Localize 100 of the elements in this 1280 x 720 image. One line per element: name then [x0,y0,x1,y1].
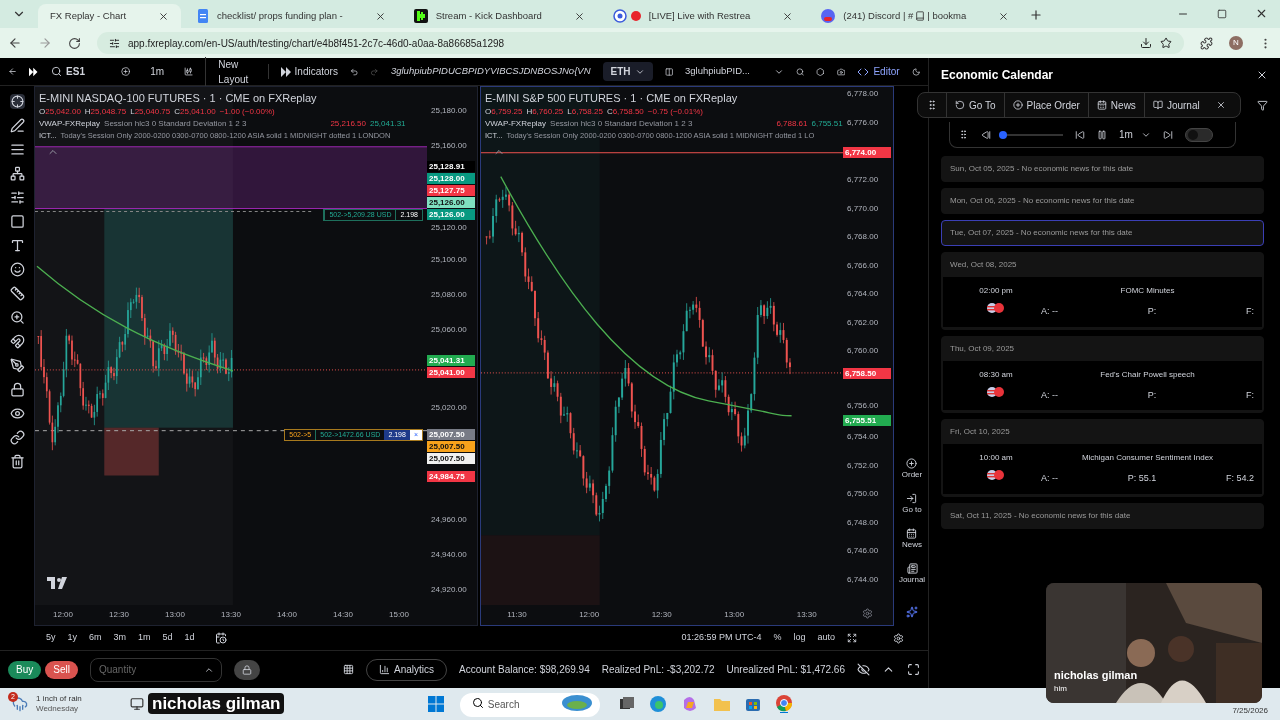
day-card[interactable]: Mon, Oct 06, 2025 - No economic news for this date [941,188,1264,214]
task-view-icon[interactable] [619,697,634,711]
expand-icon[interactable] [847,633,857,643]
range-button[interactable]: 1m [138,631,151,645]
range-button[interactable]: 1d [184,631,195,645]
hexagon-icon[interactable] [816,65,825,78]
chrome-icon[interactable] [775,695,792,713]
smile-icon[interactable] [9,262,25,277]
moon-icon[interactable] [911,65,921,78]
pen-line-icon[interactable] [9,118,25,133]
side-tool-button[interactable]: Journal [898,563,926,586]
reload-icon[interactable] [68,36,81,50]
lock-icon[interactable] [9,382,25,397]
close-icon[interactable] [573,10,585,22]
drag-handle-icon[interactable] [926,99,938,111]
link-icon[interactable] [9,430,25,445]
add-symbol-icon[interactable] [121,65,131,78]
side-tool-button[interactable]: Order [901,458,923,481]
quantity-field[interactable]: Quantity [89,657,222,682]
grid-icon[interactable] [343,664,355,675]
filter-icon[interactable] [1257,99,1268,111]
browser-tab[interactable]: (241) Discord | # | bookma [809,4,1022,28]
scale-option[interactable]: auto [817,631,835,645]
day-card[interactable]: Wed, Oct 08, 2025 02:00 pm FOMC Minutes A: -- P: F: [941,252,1264,330]
back-icon[interactable] [8,65,18,78]
address-bar[interactable]: app.fxreplay.com/en-US/auth/testing/chart/e4b8f451-2c7c-46d0-a0aa-8a86685a1298 [97,32,1184,54]
editor-button[interactable]: Editor [857,64,900,79]
site-info-icon[interactable] [109,37,120,49]
close-window-icon[interactable] [1255,7,1268,20]
new-tab-icon[interactable] [1029,8,1044,22]
range-button[interactable]: 5y [46,631,56,645]
ruler-icon[interactable] [9,286,25,301]
square-icon[interactable] [9,214,25,229]
edge-icon[interactable] [649,696,666,712]
profile-avatar[interactable]: N [1229,36,1243,50]
day-card[interactable]: Sat, Oct 11, 2025 - No economic news for this date [941,502,1264,529]
search-chart-icon[interactable] [795,65,805,78]
symbol-label[interactable]: ES1 [66,64,85,79]
side-tool-button[interactable]: News [902,528,922,551]
action-button[interactable]: Place Order [1003,93,1088,117]
day-card[interactable]: Fri, Oct 10, 2025 10:00 am Michigan Consumer Sentiment Index A: -- P: 55.1 F: 54.2 [941,419,1264,497]
browser-tab[interactable]: checklist/ props funding plan - [185,4,398,28]
scale-option[interactable]: % [773,631,782,645]
skip-forward-icon[interactable] [1162,129,1173,140]
weather-icon[interactable] [12,696,28,712]
sell-button[interactable]: Sell [45,660,78,679]
day-card[interactable]: Sun, Oct 05, 2025 - No economic news for this date [941,156,1264,182]
browser-tab[interactable]: [LIVE] Live with Restrea [600,4,806,28]
close-icon[interactable] [782,10,794,22]
network-icon[interactable] [9,166,25,181]
toggle-switch[interactable] [1184,127,1213,142]
bookmark-icon[interactable] [1160,37,1172,49]
close-icon[interactable] [374,10,386,22]
eye-icon[interactable] [9,406,25,421]
back-icon[interactable] [8,36,22,50]
range-button[interactable]: 6m [89,631,102,645]
slider-thumb[interactable] [999,130,1007,139]
alert-button[interactable] [233,659,260,680]
fullscreen-icon[interactable] [907,663,920,676]
day-card[interactable]: Tue, Oct 07, 2025 - No economic news for this date [941,220,1264,246]
search-icon[interactable] [51,66,63,77]
sliders-icon[interactable] [9,190,25,205]
pause-icon[interactable] [1097,129,1107,140]
layout-button[interactable]: New Layout [205,56,256,87]
indicators-button[interactable]: Indicators [267,64,338,79]
event-row[interactable]: 10:00 am Michigan Consumer Sentiment Index A: -- P: 55.1 F: 54.2 [943,444,1262,494]
start-icon[interactable] [427,696,444,712]
install-icon[interactable] [1140,37,1152,49]
lines-icon[interactable] [9,142,25,157]
drag-handle-icon[interactable] [958,129,969,140]
magnet-icon[interactable] [9,334,25,349]
sparkles-icon[interactable] [906,606,918,618]
chart-type-icon[interactable] [184,65,194,78]
close-icon[interactable] [1215,100,1226,110]
side-tool-button[interactable]: Go to [902,493,922,516]
browser-tab[interactable]: Stream - Kick Dashboard [401,4,597,28]
range-button[interactable]: 5d [162,631,173,645]
pen-tool-icon[interactable] [9,358,25,373]
action-button[interactable]: Journal [1143,93,1208,117]
close-icon[interactable] [998,10,1010,22]
speed-select[interactable]: 1m [1119,127,1151,142]
range-button[interactable]: 3m [113,631,127,645]
action-button[interactable]: Go To [946,93,1004,117]
step-back-icon[interactable] [981,129,991,140]
event-row[interactable]: 08:30 am Fed's Chair Powell speech A: -- P: F: [943,360,1262,410]
zoom-in-icon[interactable] [9,310,25,325]
columns-icon[interactable] [664,65,673,78]
go-to-date-icon[interactable] [214,632,227,644]
scale-option[interactable]: log [793,631,806,645]
close-icon[interactable] [158,10,170,22]
range-button[interactable]: 1y [67,631,78,645]
event-row[interactable]: 02:00 pm FOMC Minutes A: -- P: F: [943,277,1262,327]
browser-tab[interactable]: FX Replay - Chart [38,4,182,28]
copilot-icon[interactable] [681,696,698,712]
strategy-select[interactable]: 3gluhpiubPID... [685,64,784,79]
text-icon[interactable] [9,238,25,253]
hide-icon[interactable] [857,663,870,676]
trash-icon[interactable] [9,454,25,469]
session-select[interactable]: ETH [602,62,653,81]
store-icon[interactable] [745,697,760,711]
